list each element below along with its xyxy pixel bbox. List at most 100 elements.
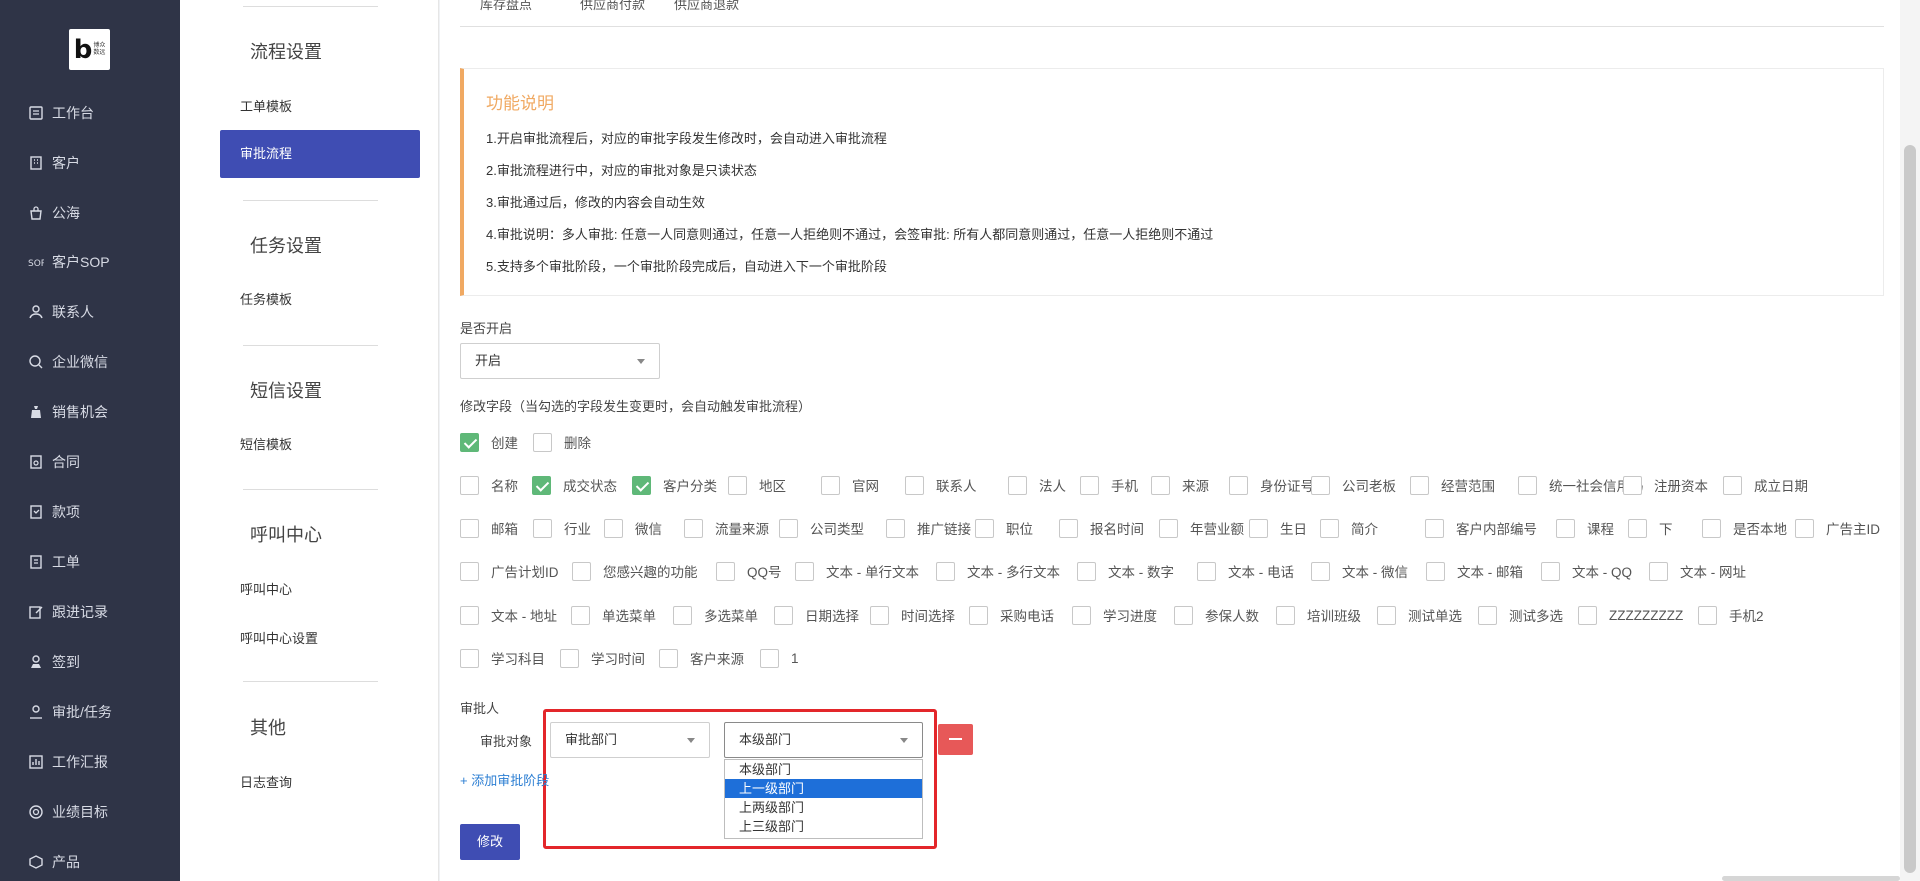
checkbox-empty-icon[interactable] [1008,475,1027,495]
checkbox-empty-icon[interactable] [533,518,552,538]
field-checkbox[interactable]: 成立日期 [1723,475,1808,495]
field-checkbox[interactable]: 身份证号 [1229,475,1314,495]
nav-item-5[interactable]: 企业微信 [28,350,108,374]
checkbox-empty-icon[interactable] [571,605,590,625]
nav-item-13[interactable]: 工作汇报 [28,750,108,774]
checkbox-empty-icon[interactable] [905,475,924,495]
checkbox-empty-icon[interactable] [460,475,479,495]
field-checkbox[interactable]: 测试多选 [1478,605,1563,625]
horizontal-scrollbar[interactable] [1722,876,1900,881]
field-checkbox[interactable]: 单选菜单 [571,605,656,625]
field-checkbox[interactable]: 生日 [1249,518,1307,538]
field-checkbox[interactable]: 成交状态 [532,475,617,495]
field-checkbox[interactable]: 官网 [821,475,879,495]
field-checkbox[interactable]: 多选菜单 [673,605,758,625]
checkbox-empty-icon[interactable] [1623,475,1642,495]
checkbox-empty-icon[interactable] [533,432,552,452]
nav-item-6[interactable]: 销售机会 [28,400,108,424]
checkbox-empty-icon[interactable] [460,561,479,581]
field-checkbox[interactable]: 经营范围 [1410,475,1495,495]
checkbox-empty-icon[interactable] [1174,605,1193,625]
field-checkbox[interactable]: ZZZZZZZZZ [1578,605,1683,625]
nav-item-15[interactable]: 产品 [28,850,80,874]
enable-select[interactable]: 开启 [460,343,660,379]
field-checkbox[interactable]: 文本 - 邮箱 [1426,561,1523,581]
field-checkbox[interactable]: 文本 - QQ [1541,561,1632,581]
checkbox-empty-icon[interactable] [1426,561,1445,581]
nav-item-8[interactable]: 款项 [28,500,80,524]
checkbox-empty-icon[interactable] [1249,518,1268,538]
checkbox-empty-icon[interactable] [1320,518,1339,538]
nav-item-4[interactable]: 联系人 [28,300,94,324]
field-checkbox[interactable]: 来源 [1151,475,1209,495]
checkbox-empty-icon[interactable] [1072,605,1091,625]
field-checkbox[interactable]: 参保人数 [1174,605,1259,625]
checkbox-empty-icon[interactable] [604,518,623,538]
field-checkbox[interactable]: 名称 [460,475,518,495]
checkbox-empty-icon[interactable] [1628,518,1647,538]
field-checkbox[interactable]: 客户分类 [632,475,717,495]
nav-item-7[interactable]: 合同 [28,450,80,474]
checkbox-empty-icon[interactable] [795,561,814,581]
field-checkbox[interactable]: 文本 - 单行文本 [795,561,919,581]
field-checkbox[interactable]: 文本 - 地址 [460,605,557,625]
checkbox-empty-icon[interactable] [1795,518,1814,538]
field-checkbox[interactable]: 是否本地 [1702,518,1787,538]
subnav-item-log-query[interactable]: 日志查询 [240,772,292,791]
checkbox-empty-icon[interactable] [774,605,793,625]
field-checkbox[interactable]: 学习进度 [1072,605,1157,625]
checkbox-empty-icon[interactable] [1702,518,1721,538]
field-checkbox[interactable]: 删除 [533,432,591,452]
field-checkbox[interactable]: 广告主ID [1795,518,1880,538]
field-checkbox[interactable]: 文本 - 多行文本 [936,561,1060,581]
nav-item-12[interactable]: 审批/任务 [28,700,112,724]
checkbox-empty-icon[interactable] [760,648,779,668]
field-checkbox[interactable]: 测试单选 [1377,605,1462,625]
checkbox-empty-icon[interactable] [673,605,692,625]
checkbox-empty-icon[interactable] [1077,561,1096,581]
scrollbar-thumb[interactable] [1904,145,1916,873]
checkbox-empty-icon[interactable] [969,605,988,625]
field-checkbox[interactable]: 客户来源 [659,648,744,668]
checkbox-empty-icon[interactable] [1649,561,1668,581]
checkbox-empty-icon[interactable] [821,475,840,495]
subnav-item-task-template[interactable]: 任务模板 [240,289,292,308]
field-checkbox[interactable]: 推广链接 [886,518,971,538]
checkbox-empty-icon[interactable] [460,518,479,538]
nav-item-1[interactable]: 客户 [28,151,80,175]
checkbox-checked-icon[interactable] [532,475,551,495]
checkbox-empty-icon[interactable] [1276,605,1295,625]
checkbox-empty-icon[interactable] [936,561,955,581]
nav-item-10[interactable]: 跟进记录 [28,600,108,624]
checkbox-empty-icon[interactable] [1410,475,1429,495]
checkbox-empty-icon[interactable] [728,475,747,495]
vertical-scrollbar[interactable] [1900,0,1920,881]
nav-item-11[interactable]: 签到 [28,650,80,674]
field-checkbox[interactable]: 1 [760,648,799,668]
field-checkbox[interactable]: 公司老板 [1311,475,1396,495]
subnav-item-call-center-settings[interactable]: 呼叫中心设置 [240,628,318,647]
checkbox-empty-icon[interactable] [684,518,703,538]
nav-item-3[interactable]: SOP 客户SOP [28,250,110,274]
field-checkbox[interactable]: 学习科目 [460,648,545,668]
checkbox-empty-icon[interactable] [460,648,479,668]
nav-item-9[interactable]: 工单 [28,550,80,574]
remove-stage-button[interactable] [938,724,973,755]
checkbox-empty-icon[interactable] [886,518,905,538]
checkbox-empty-icon[interactable] [1229,475,1248,495]
tab-inventory[interactable]: 库存盘点 [480,0,532,13]
field-checkbox[interactable]: 地区 [728,475,786,495]
field-checkbox[interactable]: 手机 [1080,475,1138,495]
checkbox-empty-icon[interactable] [560,648,579,668]
add-approval-stage-link[interactable]: + 添加审批阶段 [460,770,549,789]
field-checkbox[interactable]: 流量来源 [684,518,769,538]
field-checkbox[interactable]: 文本 - 电话 [1197,561,1294,581]
checkbox-empty-icon[interactable] [1698,605,1717,625]
checkbox-empty-icon[interactable] [1478,605,1497,625]
subnav-item-sms-template[interactable]: 短信模板 [240,434,292,453]
field-checkbox[interactable]: 职位 [975,518,1033,538]
checkbox-empty-icon[interactable] [1059,518,1078,538]
checkbox-empty-icon[interactable] [1197,561,1216,581]
nav-item-2[interactable]: 公海 [28,201,80,225]
checkbox-empty-icon[interactable] [1723,475,1742,495]
